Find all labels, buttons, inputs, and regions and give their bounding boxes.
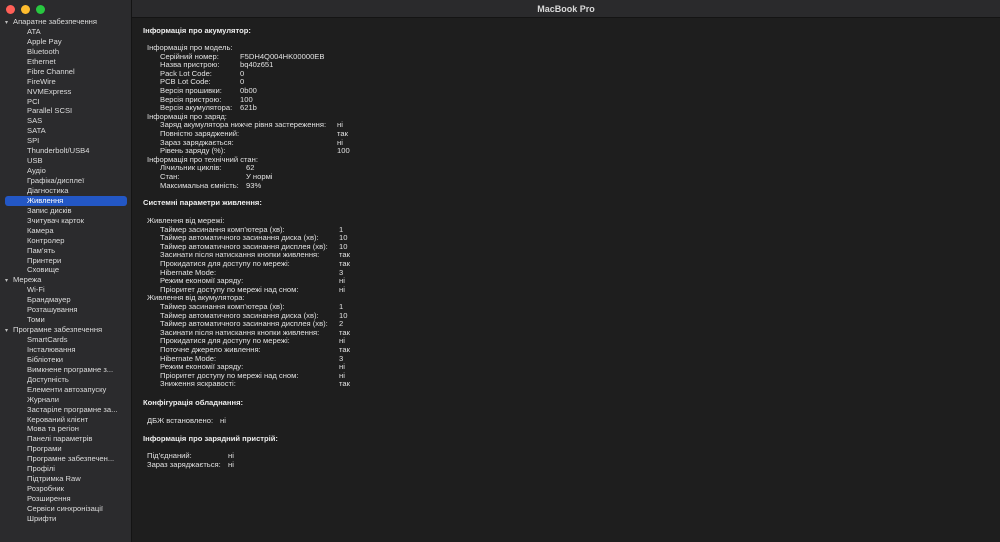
sidebar-item[interactable]: Принтери <box>0 256 131 266</box>
property-value: 621b <box>240 103 257 113</box>
sidebar-item[interactable]: Мова та регіон <box>0 424 131 434</box>
property-label: ДБЖ встановлено: <box>147 416 214 425</box>
window-title: MacBook Pro <box>132 0 1000 18</box>
sidebar-item[interactable]: Apple Pay <box>0 37 131 47</box>
sidebar-item[interactable]: Parallel SCSI <box>0 106 131 116</box>
property-row: Зараз заряджається: ні <box>132 460 992 469</box>
sidebar-item[interactable]: Аудіо <box>0 166 131 176</box>
sidebar-group-label: Апаратне забезпечення <box>13 17 97 26</box>
property-label: Зниження яскравості: <box>160 379 236 389</box>
property-row: ДБЖ встановлено: ні <box>132 416 992 425</box>
sidebar-item[interactable]: Журнали <box>0 395 131 405</box>
sidebar-item[interactable]: Діагностика <box>0 186 131 196</box>
sidebar-item[interactable]: Thunderbolt/USB4 <box>0 146 131 156</box>
sidebar-item[interactable]: SPI <box>0 136 131 146</box>
sidebar-group-label: Програмне забезпечення <box>13 325 103 335</box>
sidebar-item[interactable]: PCI <box>0 97 131 107</box>
sidebar-item[interactable]: Камера <box>0 226 131 236</box>
property-row: Версія акумулятора: 621b <box>132 103 992 112</box>
sidebar-item[interactable]: SmartCards <box>0 335 131 345</box>
sidebar-item[interactable]: Ethernet <box>0 57 131 67</box>
sidebar-item[interactable]: SATA <box>0 126 131 136</box>
chevron-down-icon[interactable]: ▾ <box>5 327 13 335</box>
sidebar-item[interactable]: Панелі параметрів <box>0 434 131 444</box>
sidebar-item[interactable]: Шрифти <box>0 514 131 524</box>
property-value: ні <box>339 284 345 294</box>
sidebar-item[interactable]: Доступність <box>0 375 131 385</box>
sidebar-item[interactable]: Графіка/дисплеї <box>0 176 131 186</box>
sidebar-item[interactable]: Розташування <box>0 305 131 315</box>
property-label: Зараз заряджається: <box>147 459 221 469</box>
sidebar-item[interactable]: Розробник <box>0 484 131 494</box>
sidebar-item[interactable]: Сховище <box>0 265 131 275</box>
sidebar-item[interactable]: Підтримка Raw <box>0 474 131 484</box>
sidebar-item[interactable]: USB <box>0 156 131 166</box>
sidebar-item[interactable]: Профілі <box>0 464 131 474</box>
sidebar-item[interactable]: Запис дисків <box>0 206 131 216</box>
section-title: Системні параметри живлення: <box>143 198 262 207</box>
sidebar-item[interactable]: Живлення <box>5 195 127 206</box>
sidebar: ▾ Апаратне забезпечення ATA Apple Pay Blueto… <box>0 0 132 542</box>
sidebar-item[interactable]: Застаріле програмне за... <box>0 405 131 415</box>
sidebar-item[interactable]: Bluetooth <box>0 47 131 57</box>
sidebar-group[interactable]: ▾ Апаратне забезпечення <box>0 17 131 27</box>
sidebar-item[interactable]: Брандмауер <box>0 295 131 305</box>
property-row: Максимальна ємність: 93% <box>132 181 992 190</box>
zoom-window-button[interactable] <box>36 5 45 14</box>
sidebar-item[interactable]: Керований клієнт <box>0 415 131 425</box>
sidebar-item[interactable]: SAS <box>0 116 131 126</box>
sidebar-item[interactable]: Програми <box>0 444 131 454</box>
section-title: Інформація про акумулятор: <box>143 26 251 35</box>
property-row: Зниження яскравості: так <box>132 379 992 388</box>
sidebar-item[interactable]: Пам’ять <box>0 246 131 256</box>
chevron-down-icon[interactable]: ▾ <box>5 277 13 285</box>
sidebar-group[interactable]: ▾ Мережа <box>0 275 131 285</box>
sidebar-item[interactable]: Сервіси синхронізації <box>0 504 131 514</box>
property-row: Пріоритет доступу по мережі над сном: ні <box>132 285 992 294</box>
chevron-down-icon[interactable]: ▾ <box>5 19 13 27</box>
sidebar-item[interactable]: Розширення <box>0 494 131 504</box>
sidebar-tree: ▾ Апаратне забезпечення ATA Apple Pay Blueto… <box>0 17 131 524</box>
sidebar-item[interactable]: Fibre Channel <box>0 67 131 77</box>
sidebar-item[interactable]: Вимкнене програмне з... <box>0 365 131 375</box>
property-value: ні <box>220 416 226 425</box>
sidebar-group[interactable]: ▾ Програмне забезпечення <box>0 325 131 335</box>
property-row: Рівень заряду (%): 100 <box>132 146 992 155</box>
sidebar-item[interactable]: Контролер <box>0 236 131 246</box>
property-value: ні <box>228 459 234 469</box>
detail-pane: Інформація про акумулятор: Інформація про… <box>132 18 1000 542</box>
system-information-window: ▾ Апаратне забезпечення ATA Apple Pay Blueto… <box>0 0 1000 542</box>
sidebar-item[interactable]: FireWire <box>0 77 131 87</box>
sidebar-group-label: Мережа <box>13 275 42 285</box>
sidebar-item[interactable]: Елементи автозапуску <box>0 385 131 395</box>
sidebar-item[interactable]: Зчитувач карток <box>0 216 131 226</box>
sidebar-item[interactable]: Wi-Fi <box>0 285 131 295</box>
property-value: 100 <box>337 146 350 156</box>
window-controls <box>6 5 45 15</box>
section-title: Інформація про зарядний пристрій: <box>143 434 278 443</box>
minimize-window-button[interactable] <box>21 5 30 14</box>
property-value: 93% <box>246 180 262 190</box>
property-value: так <box>339 379 350 389</box>
sidebar-item[interactable]: Інсталювання <box>0 345 131 355</box>
close-window-button[interactable] <box>6 5 15 14</box>
sidebar-item[interactable]: Томи <box>0 315 131 325</box>
sidebar-item[interactable]: NVMExpress <box>0 87 131 97</box>
property-label: Максимальна ємність: <box>160 180 239 190</box>
sidebar-item[interactable]: Програмне забезпечен... <box>0 454 131 464</box>
section-title: Конфігурація обладнання: <box>143 398 244 407</box>
sidebar-item[interactable]: ATA <box>0 27 131 37</box>
sidebar-item[interactable]: Бібліотеки <box>0 355 131 365</box>
